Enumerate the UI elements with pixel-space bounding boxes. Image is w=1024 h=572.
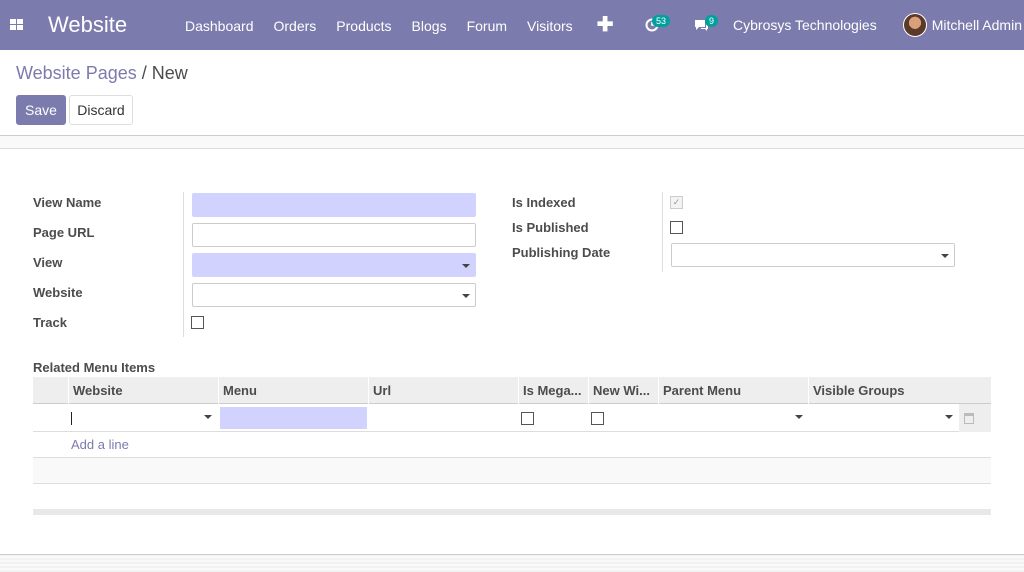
row-url-input[interactable] [370,407,516,429]
column-url[interactable]: Url [368,377,518,404]
apps-menu-icon[interactable] [10,19,23,30]
label-view-name: View Name [33,195,102,210]
save-button[interactable]: Save [16,95,66,125]
menu-orders[interactable]: Orders [264,0,327,50]
label-is-indexed: Is Indexed [512,195,576,210]
activity-menu[interactable]: 53 [635,0,671,50]
user-name: Mitchell Admin [931,17,1022,33]
left-group-divider [183,192,184,337]
is-indexed-checkbox[interactable]: ✓ [670,196,683,209]
chevron-down-icon [462,264,470,268]
table-row [33,432,991,458]
row-parent-menu-select[interactable] [660,407,805,429]
column-new-window[interactable]: New Wi... [588,377,658,404]
messages-badge: 9 [705,15,719,27]
main-menu: Dashboard Orders Products Blogs Forum Vi… [175,0,627,50]
column-is-mega-menu[interactable]: Is Mega... [518,377,588,404]
view-name-input[interactable] [192,193,476,217]
page-url-input[interactable] [192,223,476,247]
is-published-checkbox[interactable] [670,221,683,234]
menu-forum[interactable]: Forum [457,0,517,50]
label-page-url: Page URL [33,225,95,240]
right-group-divider [662,192,663,272]
label-view: View [33,255,63,270]
related-menu-title: Related Menu Items [33,360,156,375]
view-select[interactable] [192,253,476,277]
table-row [33,484,991,510]
menu-blogs[interactable]: Blogs [402,0,457,50]
chevron-down-icon [462,294,470,298]
chevron-down-icon [945,415,953,419]
chevron-down-icon [941,254,949,258]
text-cursor [71,412,72,425]
control-panel-divider [0,135,1024,149]
label-is-published: Is Published [512,220,589,235]
top-navbar: Website Dashboard Orders Products Blogs … [0,0,1024,50]
table-row [33,458,991,484]
activity-badge: 53 [652,15,671,27]
breadcrumb-parent[interactable]: Website Pages [16,63,137,83]
row-visible-groups-select[interactable] [810,407,955,429]
table-row [33,404,991,432]
row-new-window-checkbox[interactable] [591,412,604,425]
chevron-down-icon [204,415,212,419]
avatar [902,13,927,37]
table-header: Website Menu Url Is Mega... New Wi... Pa… [33,377,991,404]
row-menu-input[interactable] [220,407,367,429]
trash-icon[interactable] [964,413,974,424]
row-mega-menu-checkbox[interactable] [521,412,534,425]
track-checkbox[interactable] [191,316,204,329]
label-track: Track [33,315,67,330]
publishing-date-input[interactable] [671,243,955,267]
menu-products[interactable]: Products [326,0,401,50]
menu-visitors[interactable]: Visitors [517,0,583,50]
breadcrumb-separator: / [136,63,152,83]
new-content-icon[interactable]: ✚ [583,0,628,50]
column-menu[interactable]: Menu [218,377,368,404]
label-website: Website [33,285,83,300]
row-website-select[interactable] [68,407,218,429]
app-brand[interactable]: Website [48,12,127,38]
column-website[interactable]: Website [68,377,218,404]
menu-dashboard[interactable]: Dashboard [175,0,264,50]
table-footer [33,509,991,515]
messages-menu[interactable]: 9 [683,0,719,50]
systray: 53 9 Cybrosys Technologies Mitchell Admi… [635,0,1024,50]
discard-button[interactable]: Discard [69,95,133,125]
column-parent-menu[interactable]: Parent Menu [658,377,808,404]
company-switcher[interactable]: Cybrosys Technologies [719,17,891,33]
breadcrumb: Website Pages / New [16,63,188,84]
label-publishing-date: Publishing Date [512,245,611,260]
form-bottom-divider [0,554,1024,572]
column-visible-groups[interactable]: Visible Groups [808,377,959,404]
breadcrumb-current: New [151,63,188,83]
website-select[interactable] [192,283,476,307]
chevron-down-icon [795,415,803,419]
user-menu[interactable]: Mitchell Admin [891,13,1024,37]
